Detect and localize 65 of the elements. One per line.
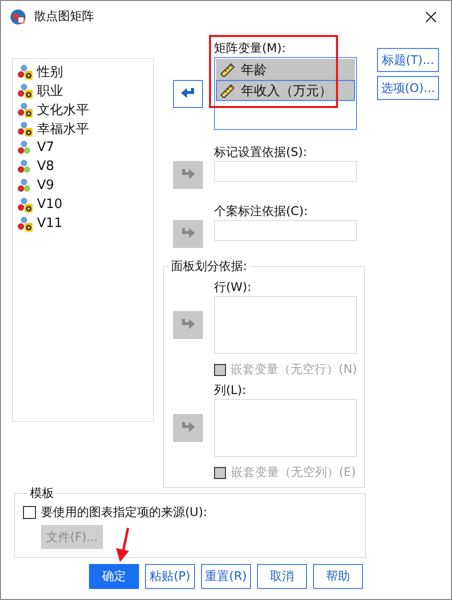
app-icon [10, 8, 26, 24]
dialog-button[interactable]: 重置(R) [201, 564, 251, 589]
variable-box[interactable] [214, 296, 357, 354]
dots-icon [17, 140, 33, 156]
dots-tag-icon [17, 82, 33, 98]
arrow-icon [180, 86, 196, 100]
checkbox-label: 要使用的图表指定项的来源(U): [41, 504, 208, 521]
dialog-button[interactable]: 粘贴(P) [145, 564, 195, 589]
variable-item[interactable]: 性别 [17, 62, 153, 81]
field-label: 标记设置依据(S): [214, 144, 308, 161]
arrow-icon [180, 168, 196, 182]
matrix-variable-list[interactable]: 年龄 年收入（万元） [214, 57, 357, 130]
dialog-button[interactable]: 取消 [257, 564, 307, 589]
variable-name: 性别 [37, 64, 63, 80]
input-field[interactable] [214, 220, 357, 241]
dots-tag-icon [17, 64, 33, 80]
variable-item[interactable]: V9 [17, 176, 153, 195]
variable-name: V7 [37, 140, 54, 155]
variable-name: 年龄 [241, 62, 267, 78]
field-label: 行(W): [214, 279, 252, 296]
move-button[interactable] [173, 80, 203, 108]
group-title: 面板划分依据: [170, 258, 248, 275]
dialog-button[interactable]: 帮助 [313, 564, 363, 589]
variable-item[interactable]: 职业 [17, 81, 153, 100]
ruler-icon [220, 84, 236, 98]
variable-item[interactable]: 文化水平 [17, 100, 153, 119]
variable-name: 职业 [37, 82, 63, 100]
dots-tag-icon [17, 216, 33, 232]
dots-tag-icon [17, 196, 33, 212]
checkbox-label: 嵌套变量（无空行）(N) [230, 361, 357, 378]
variable-name: V11 [37, 216, 62, 231]
checkbox[interactable] [23, 506, 36, 519]
variable-name: 幸福水平 [37, 120, 89, 138]
variable-name: V9 [37, 178, 54, 193]
field-label: 列(L): [214, 382, 248, 399]
variable-name: 文化水平 [37, 102, 89, 118]
selected-variable[interactable]: 年收入（万元） [216, 80, 355, 101]
field-label: 个案标注依据(C): [214, 203, 309, 220]
variable-name: 年收入（万元） [241, 82, 332, 100]
dots-tag-icon [17, 102, 33, 118]
variable-item[interactable]: 幸福水平 [17, 119, 153, 138]
ruler-icon [220, 62, 236, 76]
selected-variable[interactable]: 年龄 [216, 59, 355, 80]
variable-item[interactable]: V8 [17, 157, 153, 176]
variable-name: V10 [37, 197, 62, 212]
arrow-icon [180, 318, 196, 332]
field-label: 矩阵变量(M): [214, 40, 287, 57]
dots-tag-icon [17, 120, 33, 136]
variable-item[interactable]: V7 [17, 138, 153, 157]
dialog-button[interactable]: 标题(T)... [377, 48, 439, 72]
arrow-icon [180, 227, 196, 241]
dialog-button[interactable]: 确定 [89, 564, 139, 589]
close-icon[interactable] [425, 10, 437, 22]
window-title: 散点图矩阵 [34, 8, 95, 25]
variable-name: V8 [37, 159, 54, 174]
group-title: 模板 [29, 485, 55, 502]
variable-box[interactable] [214, 399, 357, 457]
variable-item[interactable]: V10 [17, 195, 153, 214]
input-field[interactable] [214, 161, 357, 182]
dialog-button[interactable]: 选项(O)... [377, 76, 439, 100]
variable-item[interactable]: V11 [17, 214, 153, 233]
dots-icon [17, 178, 33, 194]
dots-icon [17, 158, 33, 174]
arrow-icon [180, 421, 196, 435]
checkbox-label: 嵌套变量（无空列）(E) [231, 464, 356, 481]
